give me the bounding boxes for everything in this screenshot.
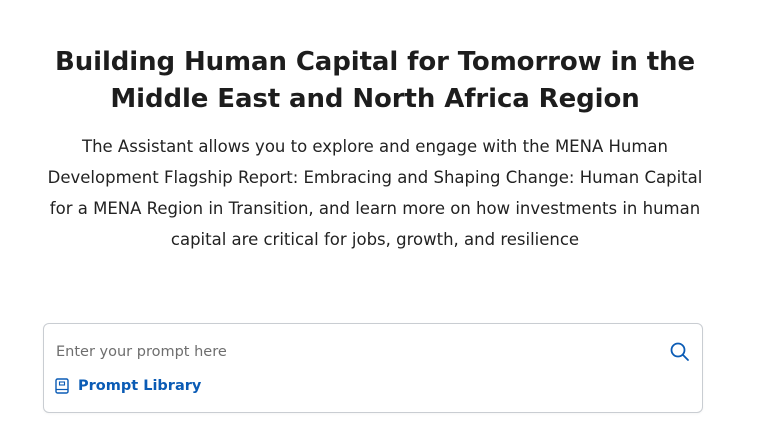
search-icon: [670, 342, 689, 361]
prompt-box: Prompt Library: [43, 323, 703, 413]
prompt-library-label: Prompt Library: [78, 378, 202, 394]
prompt-input[interactable]: [56, 340, 646, 364]
page-description: The Assistant allows you to explore and …: [47, 137, 703, 249]
book-icon: [55, 378, 69, 394]
search-button[interactable]: [668, 340, 692, 364]
page-title: Building Human Capital for Tomorrow in t…: [55, 47, 695, 114]
prompt-library-link[interactable]: Prompt Library: [55, 378, 201, 394]
